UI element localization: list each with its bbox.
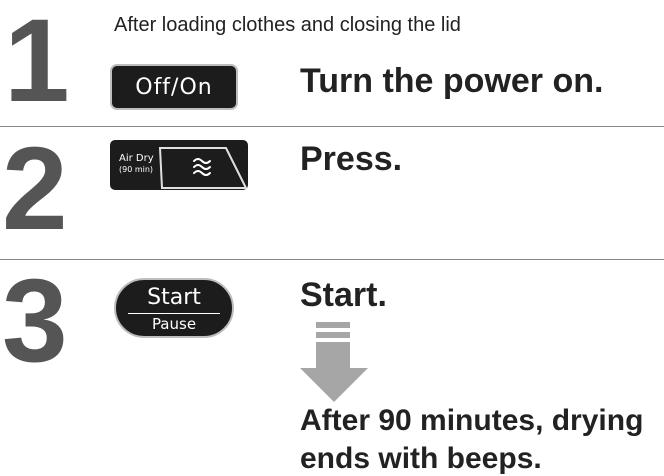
step-number-2: 2: [2, 123, 68, 255]
step-number-1: 1: [4, 0, 70, 127]
step-divider-1: [0, 126, 664, 127]
down-arrow-icon: [300, 322, 368, 402]
step-number-3: 3: [2, 255, 68, 387]
off-on-button-label: Off/On: [135, 74, 213, 100]
off-on-button[interactable]: Off/On: [110, 64, 238, 110]
air-dry-label-line1: Air Dry: [119, 153, 154, 164]
air-dry-label-line2: (90 min): [119, 164, 154, 174]
result-line-1: After 90 minutes, drying: [300, 404, 644, 437]
step-1-instruction: Turn the power on.: [300, 62, 604, 100]
step-3-instruction: Start.: [300, 276, 387, 314]
step-divider-2: [0, 259, 664, 260]
pause-label: Pause: [151, 315, 197, 333]
air-dry-label: Air Dry (90 min): [119, 153, 154, 174]
step-2-instruction: Press.: [300, 140, 403, 178]
start-label: Start: [147, 285, 201, 310]
start-pause-separator: [128, 313, 220, 314]
air-dry-button[interactable]: Air Dry (90 min): [110, 140, 250, 192]
result-line-2: ends with beeps.: [300, 442, 542, 475]
step-1-pretext: After loading clothes and closing the li…: [114, 14, 461, 36]
start-pause-button[interactable]: Start Pause: [114, 278, 234, 338]
